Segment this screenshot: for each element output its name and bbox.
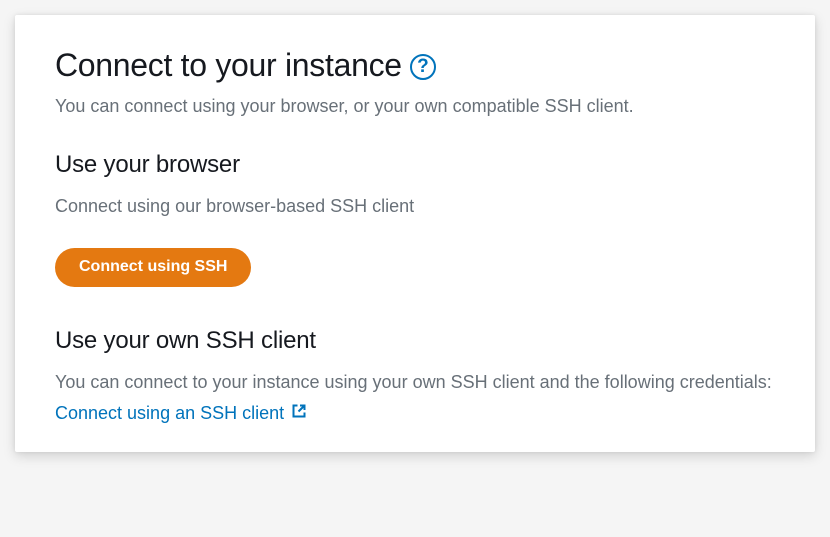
external-link-icon <box>291 403 307 424</box>
connect-ssh-client-link-label: Connect using an SSH client <box>55 403 284 424</box>
connect-ssh-client-link[interactable]: Connect using an SSH client <box>55 403 307 424</box>
section-own-client-heading: Use your own SSH client <box>55 327 775 355</box>
page-title-text: Connect to your instance <box>55 47 402 84</box>
help-icon[interactable]: ? <box>410 54 436 80</box>
page-title: Connect to your instance ? <box>55 47 775 84</box>
connect-instance-panel: Connect to your instance ? You can conne… <box>15 15 815 452</box>
section-own-client-description: You can connect to your instance using y… <box>55 369 775 397</box>
page-subtitle: You can connect using your browser, or y… <box>55 94 775 119</box>
section-browser-heading: Use your browser <box>55 151 775 179</box>
connect-ssh-button[interactable]: Connect using SSH <box>55 248 251 287</box>
section-browser-description: Connect using our browser-based SSH clie… <box>55 193 775 220</box>
